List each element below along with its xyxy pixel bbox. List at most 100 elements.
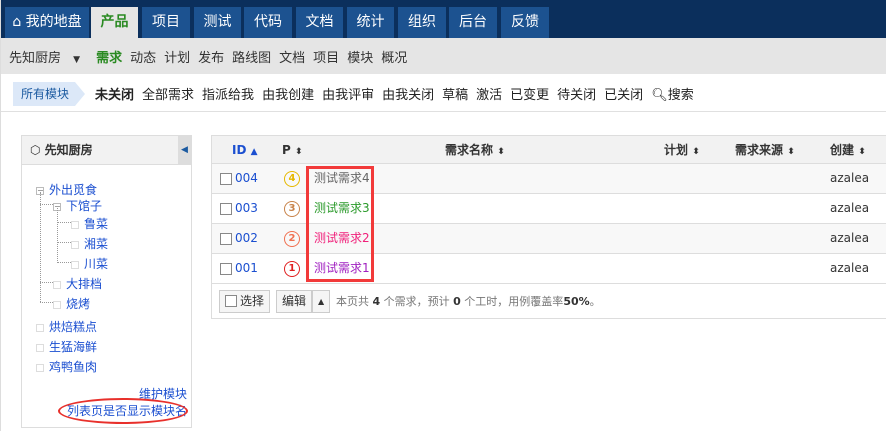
nav-tab-label: 反馈	[511, 14, 539, 30]
nav-tab-5[interactable]: 文档	[296, 7, 343, 38]
nav-tab-label: 产品	[100, 14, 129, 30]
subnav-item[interactable]: 概况	[381, 47, 407, 66]
story-id[interactable]: 001	[235, 254, 258, 283]
nav-tab-7[interactable]: 组织	[398, 7, 446, 38]
leaf-icon	[36, 363, 44, 372]
batch-edit-button[interactable]: 编辑	[276, 290, 313, 313]
leaf-icon	[71, 260, 79, 269]
tree-node[interactable]: − 下馆子	[53, 197, 102, 214]
subnav-item[interactable]: 需求	[96, 47, 122, 66]
subnav-item[interactable]: 模块	[347, 47, 373, 66]
nav-tab-label: 项目	[152, 14, 180, 30]
tree-line	[40, 192, 41, 302]
sidebar-title: 先知厨房	[44, 143, 93, 157]
col-source[interactable]: 需求来源 ⬍	[735, 136, 795, 164]
story-id[interactable]: 004	[235, 164, 258, 193]
col-plan[interactable]: 计划 ⬍	[664, 136, 700, 164]
filter-tab[interactable]: 全部需求	[142, 84, 194, 103]
filter-tab[interactable]: 由我创建	[262, 84, 314, 103]
tree-node[interactable]: 鲁菜	[71, 215, 108, 232]
select-all-button[interactable]: 选择	[219, 290, 271, 313]
story-creator: azalea	[830, 201, 870, 215]
tree-node[interactable]: 烘焙糕点	[36, 318, 97, 335]
nav-tab-label: 代码	[254, 14, 282, 30]
tree-node[interactable]: 大排档	[53, 275, 102, 292]
filter-tab[interactable]: 激活	[476, 84, 502, 103]
tree-line	[57, 242, 71, 243]
filter-tab[interactable]: 已变更	[510, 84, 549, 103]
tree-line	[40, 204, 53, 205]
tree-node[interactable]: 烧烤	[53, 295, 90, 312]
tree-node[interactable]: 鸡鸭鱼肉	[36, 358, 97, 375]
subnav-item[interactable]: 动态	[130, 47, 156, 66]
tree-node[interactable]: 川菜	[71, 255, 108, 272]
nav-tab-6[interactable]: 统计	[347, 7, 394, 38]
filter-tab[interactable]: 指派给我	[202, 84, 254, 103]
nav-tab-label: 统计	[356, 14, 385, 30]
story-id[interactable]: 002	[235, 224, 258, 253]
row-checkbox[interactable]	[220, 233, 232, 245]
row-checkbox[interactable]	[220, 173, 232, 185]
nav-tab-0[interactable]: ⌂ 我的地盘	[5, 7, 89, 38]
nav-tab-label: 组织	[408, 14, 436, 30]
nav-tab-label: 文档	[305, 14, 334, 30]
leaf-icon	[36, 323, 44, 332]
subnav-item[interactable]: 发布	[198, 47, 224, 66]
nav-tab-3[interactable]: 测试	[194, 7, 241, 38]
top-nav: ⌂ 我的地盘 产品 项目 测试 代码 文档 统计 组织 后台 反馈	[1, 0, 886, 38]
leaf-icon	[53, 300, 61, 309]
filter-tab[interactable]: 由我关闭	[382, 84, 434, 103]
row-checkbox[interactable]	[220, 203, 232, 215]
col-priority[interactable]: P ⬍	[282, 136, 303, 164]
filter-bar: 所有模块 未关闭 全部需求 指派给我 由我创建 由我评审 由我关闭 草稿 激活 已变更 待关闭 已关闭…	[1, 76, 886, 112]
filter-tab[interactable]: 草稿	[442, 84, 468, 103]
tree-node[interactable]: 湘菜	[71, 235, 108, 252]
module-breadcrumb[interactable]: 所有模块	[13, 81, 86, 106]
tree-node[interactable]: − 外出觅食	[36, 181, 97, 198]
nav-tab-2[interactable]: 项目	[142, 7, 190, 38]
leaf-icon	[36, 343, 44, 352]
col-id[interactable]: ID ▲	[232, 136, 258, 164]
home-icon: ⌂	[12, 14, 26, 30]
filter-tab[interactable]: 由我评审	[322, 84, 374, 103]
tree-node[interactable]: 生猛海鲜	[36, 338, 97, 355]
nav-tab-4[interactable]: 代码	[244, 7, 292, 38]
tree-line	[57, 222, 71, 223]
nav-tab-1[interactable]: 产品	[91, 7, 138, 38]
sidebar-header: ⬡ 先知厨房 ◀	[22, 136, 191, 165]
tree-line	[40, 282, 53, 283]
col-name[interactable]: 需求名称 ⬍	[445, 136, 505, 164]
collapse-sidebar-icon[interactable]: ◀	[178, 136, 191, 164]
row-checkbox[interactable]	[220, 263, 232, 275]
priority-badge: 1	[284, 261, 300, 277]
caret-down-icon: ▼	[73, 54, 81, 65]
priority-badge: 3	[284, 201, 300, 217]
product-switcher[interactable]: 先知厨房 ▼	[9, 47, 88, 66]
story-id[interactable]: 003	[235, 194, 258, 223]
search-icon: 🔍︎	[651, 88, 668, 103]
page-summary: 本页共 4 个需求，预计 0 个工时，用例覆盖率50%。	[336, 295, 601, 308]
annotation-oval	[58, 398, 188, 424]
leaf-icon	[71, 240, 79, 249]
tree-line	[57, 262, 71, 263]
nav-tab-label: 测试	[203, 14, 232, 30]
subnav-item[interactable]: 文档	[279, 47, 305, 66]
subnav-item[interactable]: 路线图	[232, 47, 271, 66]
filter-tab[interactable]: 已关闭	[604, 84, 643, 103]
tree-line	[40, 302, 53, 303]
priority-badge: 4	[284, 171, 300, 187]
filter-tab[interactable]: 未关闭	[95, 84, 134, 103]
story-creator: azalea	[830, 171, 870, 185]
subnav-item[interactable]: 项目	[313, 47, 339, 66]
sub-nav: 先知厨房 ▼ 需求 动态 计划 发布 路线图 文档 项目 模块 概况	[1, 38, 886, 74]
batch-edit-dropdown[interactable]: ▲	[312, 290, 331, 313]
filter-tab[interactable]: 待关闭	[557, 84, 596, 103]
col-creator[interactable]: 创建 ⬍	[830, 136, 866, 164]
nav-tab-8[interactable]: 后台	[449, 7, 497, 38]
subnav-item[interactable]: 计划	[164, 47, 190, 66]
priority-badge: 2	[284, 231, 300, 247]
search-button[interactable]: 🔍︎搜索	[651, 84, 694, 103]
table-footer: 选择 编辑 ▲ 本页共 4 个需求，预计 0 个工时，用例覆盖率50%。	[212, 284, 886, 320]
nav-tab-label: 我的地盘	[25, 14, 82, 30]
nav-tab-9[interactable]: 反馈	[501, 7, 549, 38]
